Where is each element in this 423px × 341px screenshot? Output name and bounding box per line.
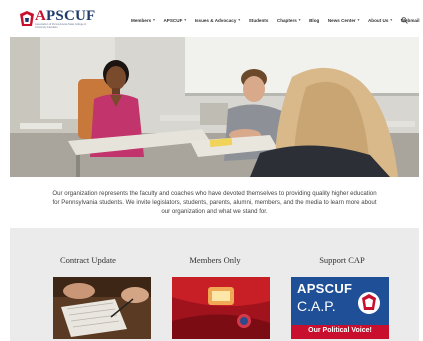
nav-item-about-us[interactable]: About Us ▾ bbox=[368, 18, 392, 23]
members-only-graphic bbox=[172, 277, 270, 339]
nav-item-news-center[interactable]: News Center ▾ bbox=[328, 18, 360, 23]
nav-item-issues-advocacy[interactable]: Issues & Advocacy ▾ bbox=[195, 18, 241, 23]
intro-section: Our organization represents the faculty … bbox=[10, 177, 419, 228]
hero-photo-faculty-meeting bbox=[10, 37, 419, 177]
contract-update-image[interactable] bbox=[53, 277, 151, 339]
chevron-down-icon: ▾ bbox=[184, 18, 187, 22]
cap-graphic-acronym: C.A.P. bbox=[297, 298, 336, 314]
card-title-support-cap[interactable]: Support CAP bbox=[282, 255, 402, 265]
nav-item-blog[interactable]: Blog bbox=[309, 18, 319, 23]
nav-item-students[interactable]: Students bbox=[249, 18, 269, 23]
logo-tagline: Association of Pennsylvania State Colleg… bbox=[35, 23, 87, 29]
hero-illustration bbox=[10, 37, 419, 177]
members-only-image[interactable] bbox=[172, 277, 270, 339]
site-header: APSCUF Association of Pennsylvania State… bbox=[0, 0, 423, 36]
chevron-down-icon: ▾ bbox=[357, 18, 360, 22]
keystone-seal-icon bbox=[20, 11, 34, 26]
contract-signing-photo bbox=[53, 277, 151, 339]
chevron-down-icon: ▾ bbox=[298, 18, 301, 22]
chevron-down-icon: ▾ bbox=[238, 18, 241, 22]
cap-graphic-title: APSCUF bbox=[297, 281, 353, 296]
apscuf-logo[interactable]: APSCUF Association of Pennsylvania State… bbox=[18, 8, 95, 30]
support-cap-image[interactable]: APSCUF C.A.P. Our Political Voice! bbox=[291, 277, 389, 339]
card-title-members-only[interactable]: Members Only bbox=[155, 255, 275, 265]
feature-cards-section: Contract Update Members Only Support CAP bbox=[10, 228, 419, 341]
search-icon[interactable] bbox=[401, 17, 408, 24]
chevron-down-icon: ▾ bbox=[390, 18, 393, 22]
nav-item-members[interactable]: Members ▾ bbox=[131, 18, 155, 23]
card-title-contract-update[interactable]: Contract Update bbox=[28, 255, 148, 265]
main-navigation: Members ▾ APSCUF ▾ Issues & Advocacy ▾ Stud… bbox=[131, 16, 423, 24]
cap-graphic-slogan: Our Political Voice! bbox=[308, 327, 372, 334]
nav-item-apscuf[interactable]: APSCUF ▾ bbox=[163, 18, 186, 23]
nav-item-chapters[interactable]: Chapters ▾ bbox=[277, 18, 301, 23]
chevron-down-icon: ▾ bbox=[153, 18, 155, 22]
mission-statement: Our organization represents the faculty … bbox=[52, 190, 377, 215]
